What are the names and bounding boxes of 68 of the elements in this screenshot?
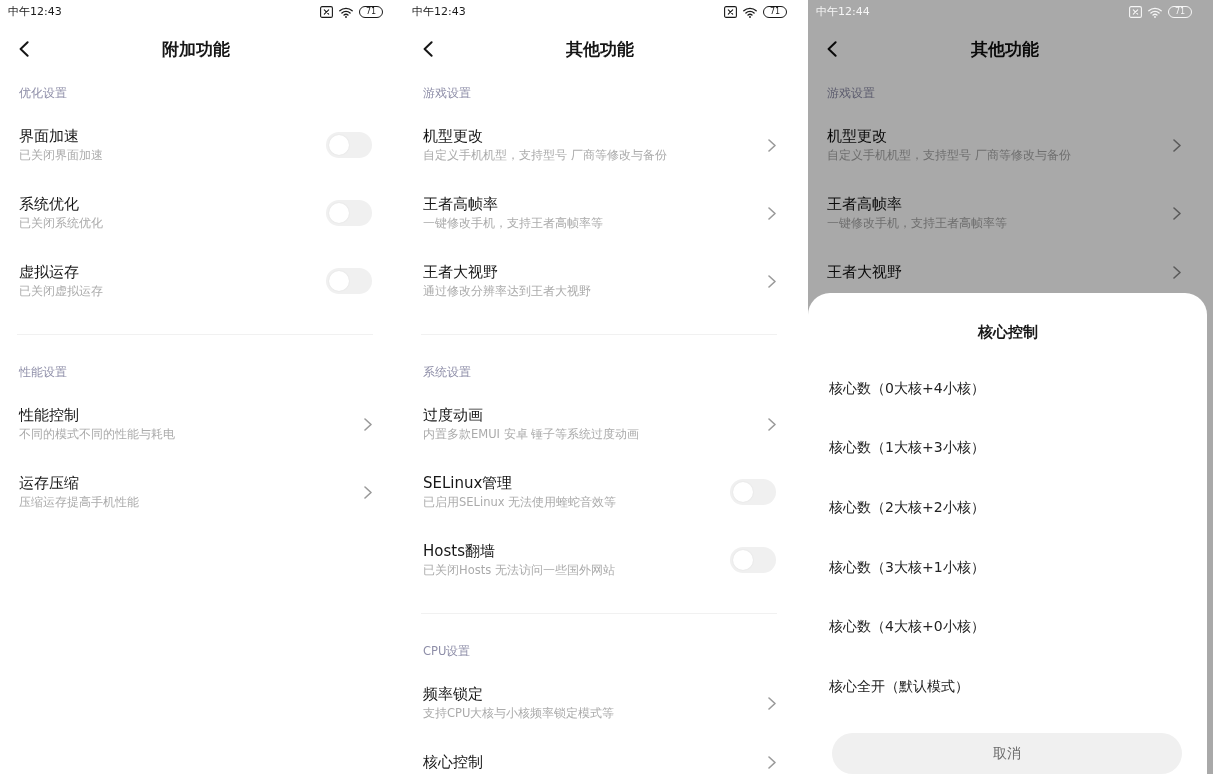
setting-title[interactable]: SELinux管理 bbox=[423, 474, 513, 492]
setting-title[interactable]: 系统优化 bbox=[19, 195, 79, 213]
cancel-button[interactable]: 取消 bbox=[832, 732, 1182, 774]
status-time: 中午12:43 bbox=[8, 5, 62, 19]
sheet-option[interactable]: 核心数（3大核+1小核） bbox=[829, 557, 985, 576]
setting-title[interactable]: 王者大视野 bbox=[423, 263, 498, 281]
section-header: CPU设置 bbox=[423, 644, 471, 658]
setting-title[interactable]: 性能控制 bbox=[19, 406, 79, 424]
chevron-right-icon bbox=[768, 206, 776, 220]
setting-description: 已关闭系统优化 bbox=[19, 215, 103, 231]
chevron-right-icon bbox=[364, 485, 372, 499]
chevron-right-icon bbox=[768, 417, 776, 431]
setting-description: 已关闭虚拟运存 bbox=[19, 283, 103, 299]
page-title: 附加功能 bbox=[162, 38, 230, 60]
sheet-title: 核心控制 bbox=[977, 323, 1038, 341]
setting-description: 自定义手机机型，支持型号 厂商等修改与备份 bbox=[423, 147, 667, 163]
back-icon[interactable] bbox=[827, 41, 837, 57]
x-box-icon bbox=[1129, 6, 1142, 18]
setting-title[interactable]: 过度动画 bbox=[423, 406, 483, 424]
setting-description: 支持CPU大核与小核频率锁定模式等 bbox=[423, 705, 615, 721]
wifi-icon bbox=[743, 6, 757, 18]
setting-description: 通过修改分辨率达到王者大视野 bbox=[423, 283, 591, 299]
section-header: 优化设置 bbox=[19, 86, 67, 100]
setting-description: 一键修改手机，支持王者高帧率等 bbox=[423, 215, 603, 231]
setting-description: 已关闭界面加速 bbox=[19, 147, 103, 163]
setting-description: 内置多款EMUI 安卓 锤子等系统过度动画 bbox=[423, 426, 640, 442]
setting-title[interactable]: 频率锁定 bbox=[423, 685, 483, 703]
x-box-icon bbox=[320, 6, 333, 18]
chevron-right-icon bbox=[768, 138, 776, 152]
x-box-icon bbox=[724, 6, 737, 18]
setting-title[interactable]: 虚拟运存 bbox=[19, 263, 79, 281]
chevron-right-icon bbox=[364, 417, 372, 431]
setting-title[interactable]: 王者高帧率 bbox=[423, 195, 498, 213]
section-header: 系统设置 bbox=[423, 365, 471, 379]
status-time: 中午12:44 bbox=[816, 5, 870, 19]
back-icon[interactable] bbox=[19, 41, 29, 57]
setting-title[interactable]: 王者大视野 bbox=[827, 263, 902, 281]
page-title: 其他功能 bbox=[970, 38, 1039, 60]
setting-title[interactable]: 机型更改 bbox=[827, 127, 887, 145]
chevron-right-icon bbox=[768, 274, 776, 288]
back-icon[interactable] bbox=[423, 41, 433, 57]
setting-title[interactable]: 机型更改 bbox=[423, 127, 483, 145]
setting-description: 不同的模式不同的性能与耗电 bbox=[19, 426, 175, 442]
setting-title[interactable]: Hosts翻墙 bbox=[423, 542, 495, 560]
setting-description: 已关闭Hosts 无法访问一些国外网站 bbox=[423, 562, 615, 578]
wifi-icon bbox=[339, 6, 353, 18]
section-header: 性能设置 bbox=[19, 365, 67, 379]
sheet-option[interactable]: 核心数（2大核+2小核） bbox=[829, 498, 985, 516]
section-header: 游戏设置 bbox=[827, 86, 875, 100]
status-time: 中午12:43 bbox=[412, 5, 466, 19]
chevron-right-icon bbox=[768, 755, 776, 769]
setting-title[interactable]: 界面加速 bbox=[19, 127, 79, 145]
chevron-right-icon bbox=[1173, 138, 1181, 152]
setting-title[interactable]: 王者高帧率 bbox=[827, 195, 902, 213]
chevron-right-icon bbox=[1173, 206, 1181, 220]
section-header: 游戏设置 bbox=[423, 86, 471, 100]
wifi-icon bbox=[1148, 6, 1162, 18]
page-title: 其他功能 bbox=[566, 38, 634, 60]
chevron-right-icon bbox=[768, 696, 776, 710]
setting-title[interactable]: 核心控制 bbox=[423, 753, 483, 771]
sheet-option[interactable]: 核心数（1大核+3小核） bbox=[829, 438, 985, 457]
sheet-option[interactable]: 核心全开（默认模式） bbox=[829, 676, 969, 695]
setting-description: 已启用SELinux 无法使用蝰蛇音效等 bbox=[423, 494, 617, 510]
sheet-option[interactable]: 核心数（4大核+0小核） bbox=[829, 617, 985, 636]
setting-title[interactable]: 运存压缩 bbox=[19, 474, 79, 492]
setting-description: 压缩运存提高手机性能 bbox=[19, 494, 139, 510]
sheet-option[interactable]: 核心数（0大核+4小核） bbox=[829, 378, 985, 397]
chevron-right-icon bbox=[1173, 265, 1181, 279]
